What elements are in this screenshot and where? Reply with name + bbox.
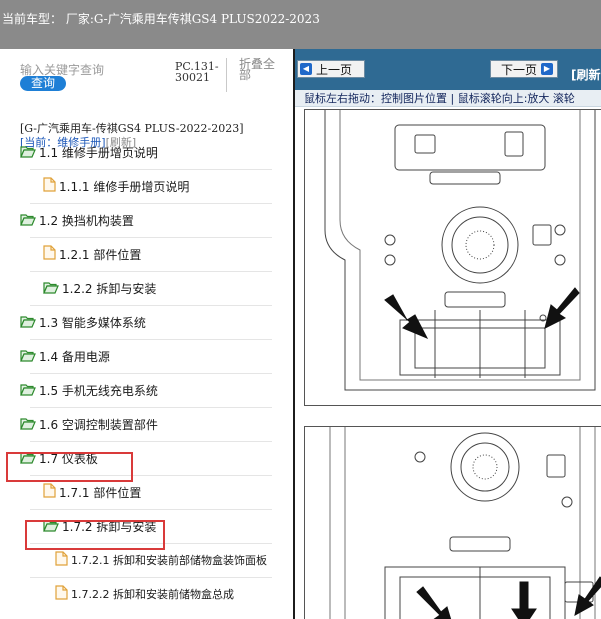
tree-item[interactable]: 1.1.1 维修手册增页说明 (43, 176, 189, 196)
page-nav-bar: ◀ 上一页 下一页 ▶ [刷新 (295, 49, 601, 90)
tree-item-label: 1.1.1 维修手册增页说明 (59, 179, 190, 194)
right-panel: ◀ 上一页 下一页 ▶ [刷新 鼠标左右拖动：控制图片位置 | 鼠标滚轮向上:放… (295, 49, 601, 619)
tree-item-label: 1.7.2.2 拆卸和安装前储物盒总成 (71, 588, 234, 601)
divider (226, 58, 227, 92)
tree-item[interactable]: 1.2.2 拆卸与安装 (43, 278, 156, 298)
folder-open-icon (43, 279, 59, 298)
search-button[interactable]: 查询 (20, 76, 66, 91)
row-separator (30, 203, 272, 204)
tree-item-label: 1.2 换挡机构装置 (39, 213, 134, 228)
highlight-box (25, 520, 165, 550)
tree-item-label: 1.2.1 部件位置 (59, 247, 142, 262)
folder-open-icon (20, 313, 36, 332)
next-page-button[interactable]: 下一页 ▶ (490, 60, 558, 78)
document-icon (55, 584, 68, 604)
row-separator (30, 237, 272, 238)
tree-item-label: 1.6 空调控制装置部件 (39, 417, 158, 432)
pc-code: PC.131-30021 (175, 60, 219, 84)
prev-page-button[interactable]: ◀ 上一页 (297, 60, 365, 78)
arrow-right-icon: ▶ (541, 63, 553, 75)
tree-item[interactable]: 1.2.1 部件位置 (43, 244, 141, 264)
tree-item[interactable]: 1.2 换挡机构装置 (20, 210, 134, 230)
row-separator (30, 407, 272, 408)
tree-item-label: 1.2.2 拆卸与安装 (62, 281, 157, 296)
row-separator (30, 509, 272, 510)
next-page-label: 下一页 (500, 62, 537, 77)
row-separator (30, 271, 272, 272)
folder-open-icon (20, 415, 36, 434)
tree-item[interactable]: 1.4 备用电源 (20, 346, 110, 366)
left-panel: 查询 PC.131-30021 折叠全部 [G-广汽乘用车-传祺GS4 PLUS… (0, 49, 293, 619)
folder-open-icon (20, 211, 36, 230)
document-icon (55, 550, 68, 570)
tree-item[interactable]: 1.1 维修手册增页说明 (20, 142, 158, 162)
tree-item-label: 1.3 智能多媒体系统 (39, 315, 146, 330)
document-icon (43, 244, 56, 264)
tree-item[interactable]: 1.7.2.1 拆卸和安装前部储物盒装饰面板 (55, 550, 267, 570)
tree-item[interactable]: 1.7.2.2 拆卸和安装前储物盒总成 (55, 584, 234, 604)
tree-item[interactable]: 1.5 手机无线充电系统 (20, 380, 158, 400)
arrow-left-icon: ◀ (300, 63, 312, 75)
tree-item-label: 1.4 备用电源 (39, 349, 110, 364)
front-storage-figure-1[interactable] (304, 109, 601, 406)
prev-page-label: 上一页 (316, 62, 353, 77)
row-separator (30, 441, 272, 442)
row-separator (30, 169, 272, 170)
tree-item-label: 1.7.2.1 拆卸和安装前部储物盒装饰面板 (71, 554, 267, 567)
current-vehicle-label: 当前车型： 厂家:G-广汽乘用车传祺GS4 PLUS2022-2023 (2, 12, 320, 26)
mouse-hint: 鼠标左右拖动：控制图片位置 | 鼠标滚轮向上:放大 滚轮 (295, 90, 601, 107)
refresh-button[interactable]: [刷新 (571, 66, 601, 83)
tree-item[interactable]: 1.3 智能多媒体系统 (20, 312, 146, 332)
document-icon (43, 482, 56, 502)
folder-open-icon (20, 143, 36, 162)
tree-item[interactable]: 1.6 空调控制装置部件 (20, 414, 158, 434)
tree-item-label: 1.5 手机无线充电系统 (39, 383, 158, 398)
document-icon (43, 176, 56, 196)
title-bar: 当前车型： 厂家:G-广汽乘用车传祺GS4 PLUS2022-2023 (0, 0, 601, 49)
row-separator (30, 305, 272, 306)
collapse-all-button[interactable]: 折叠全部 (239, 58, 279, 81)
folder-open-icon (20, 381, 36, 400)
tree-item[interactable]: 1.7.1 部件位置 (43, 482, 141, 502)
tree-item-label: 1.1 维修手册增页说明 (39, 145, 158, 160)
row-separator (30, 577, 272, 578)
highlight-box (6, 452, 133, 482)
row-separator (30, 373, 272, 374)
tree-item-label: 1.7.1 部件位置 (59, 485, 142, 500)
folder-open-icon (20, 347, 36, 366)
front-storage-figure-2[interactable] (304, 426, 601, 619)
row-separator (30, 339, 272, 340)
